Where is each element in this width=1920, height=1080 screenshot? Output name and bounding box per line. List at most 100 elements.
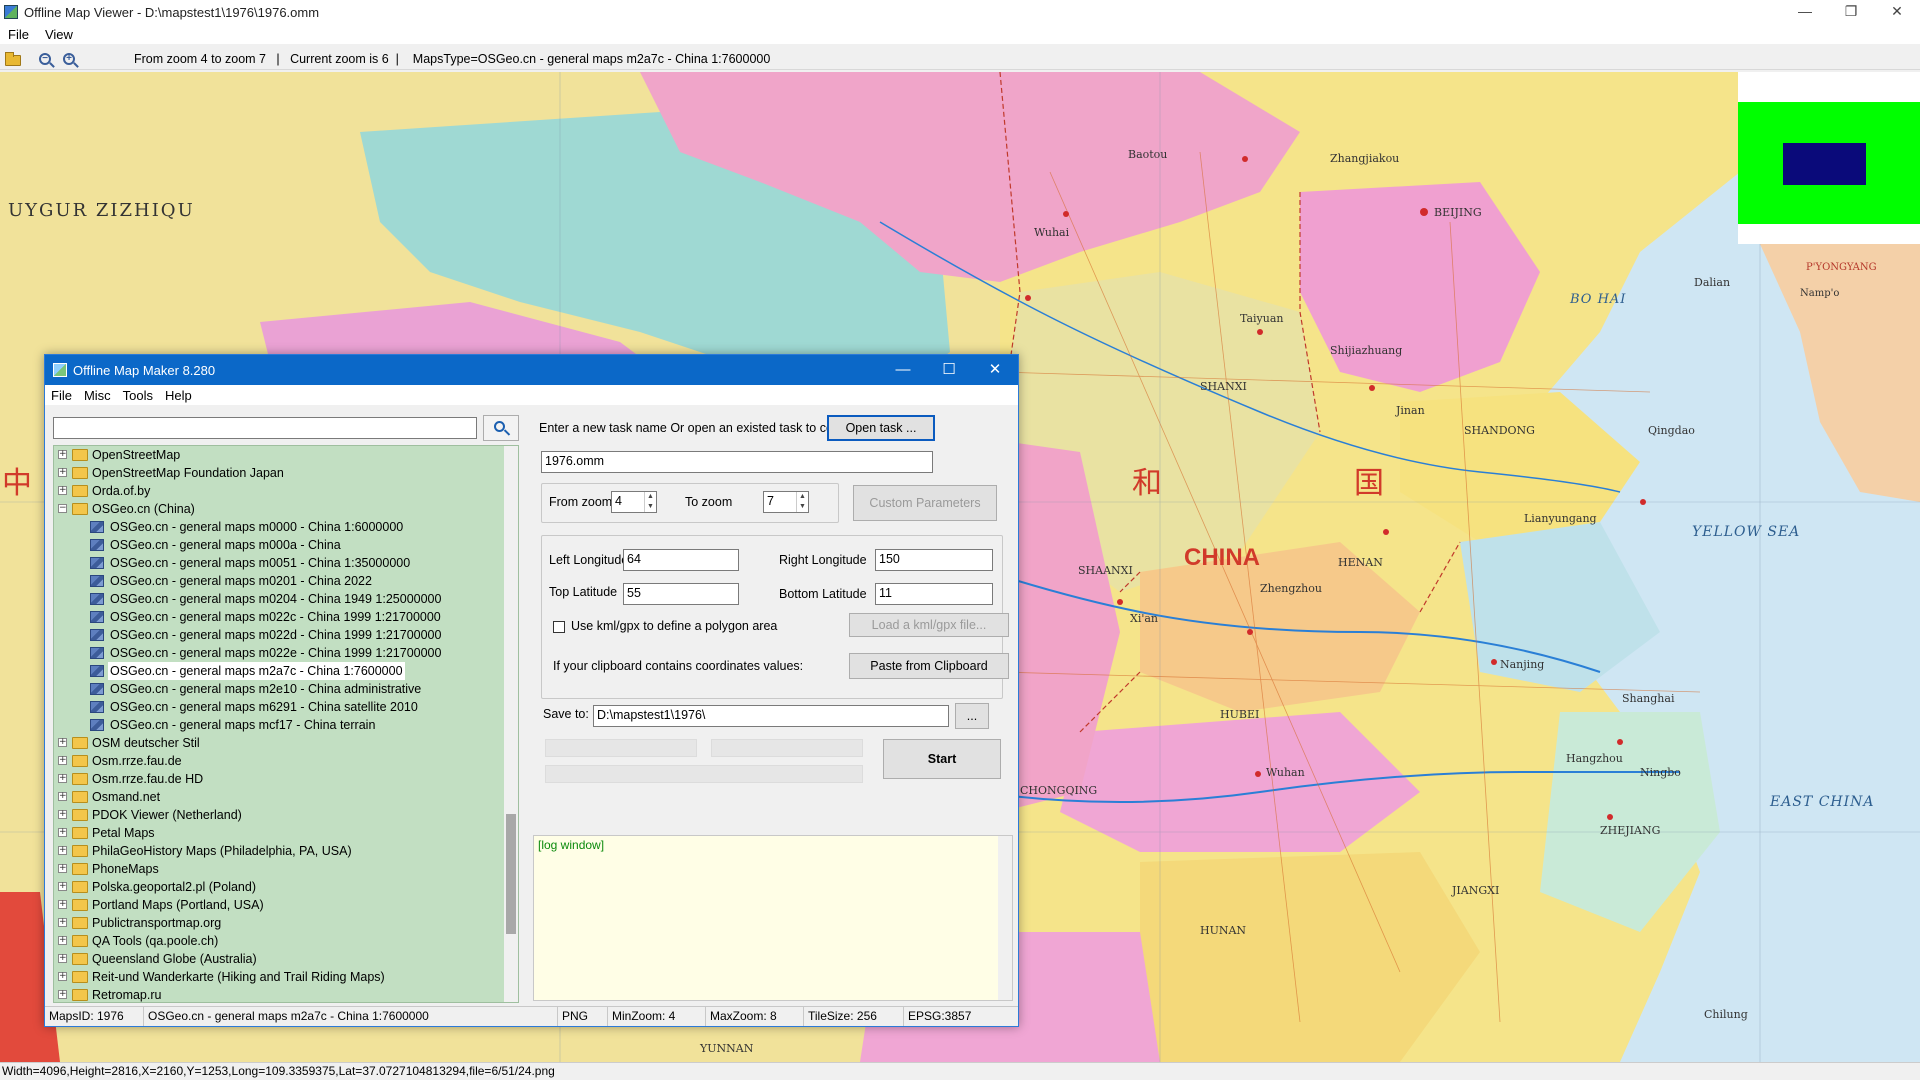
dialog-menu-file[interactable]: File bbox=[51, 388, 72, 403]
tree-folder-item[interactable]: + Orda.of.by bbox=[54, 482, 518, 500]
tree-folder-item[interactable]: + Osm.rrze.fau.de HD bbox=[54, 770, 518, 788]
expand-icon[interactable]: + bbox=[58, 468, 67, 477]
expand-icon[interactable]: + bbox=[58, 900, 67, 909]
map-source-tree[interactable]: + OpenStreetMap + OpenStreetMap Foundation … bbox=[53, 445, 519, 1003]
expand-icon[interactable]: + bbox=[58, 756, 67, 765]
dialog-maximize-button[interactable]: ☐ bbox=[926, 355, 972, 385]
expand-icon[interactable]: + bbox=[58, 846, 67, 855]
log-scrollbar[interactable] bbox=[998, 836, 1012, 1000]
folder-icon bbox=[72, 755, 88, 767]
tree-folder-item[interactable]: + PDOK Viewer (Netherland) bbox=[54, 806, 518, 824]
collapse-icon[interactable]: − bbox=[58, 504, 67, 513]
search-button[interactable] bbox=[483, 415, 519, 441]
expand-icon[interactable]: + bbox=[58, 774, 67, 783]
tree-map-item[interactable]: OSGeo.cn - general maps m0201 - China 20… bbox=[54, 572, 518, 590]
tree-folder-item[interactable]: − OSGeo.cn (China) bbox=[54, 500, 518, 518]
tree-map-item[interactable]: OSGeo.cn - general maps m022d - China 19… bbox=[54, 626, 518, 644]
search-input[interactable] bbox=[53, 417, 477, 439]
close-button[interactable]: ✕ bbox=[1874, 0, 1920, 24]
expand-icon[interactable]: + bbox=[58, 882, 67, 891]
tree-folder-item[interactable]: + Reit-und Wanderkarte (Hiking and Trail … bbox=[54, 968, 518, 986]
tree-folder-item[interactable]: + PhilaGeoHistory Maps (Philadelphia, PA,… bbox=[54, 842, 518, 860]
tree-folder-item[interactable]: + PhoneMaps bbox=[54, 860, 518, 878]
tree-folder-item[interactable]: + Petal Maps bbox=[54, 824, 518, 842]
tree-folder-item[interactable]: + OpenStreetMap Foundation Japan bbox=[54, 464, 518, 482]
menu-view[interactable]: View bbox=[45, 27, 73, 42]
tree-folder-item[interactable]: + Queensland Globe (Australia) bbox=[54, 950, 518, 968]
tree-folder-item[interactable]: + Osmand.net bbox=[54, 788, 518, 806]
save-path-input[interactable]: D:\mapstest1\1976\ bbox=[593, 705, 949, 727]
expand-icon[interactable]: + bbox=[58, 810, 67, 819]
tree-map-item[interactable]: OSGeo.cn - general maps m6291 - China sa… bbox=[54, 698, 518, 716]
to-zoom-spinner[interactable]: ▲ ▼ bbox=[796, 492, 808, 512]
tree-folder-item[interactable]: + Osm.rrze.fau.de bbox=[54, 752, 518, 770]
top-latitude-label: Top Latitude bbox=[549, 585, 618, 599]
zoom-in-button[interactable]: + bbox=[60, 50, 78, 68]
tree-map-item[interactable]: OSGeo.cn - general maps m0000 - China 1:… bbox=[54, 518, 518, 536]
left-longitude-input[interactable]: 64 bbox=[623, 549, 739, 571]
dialog-menu-misc[interactable]: Misc bbox=[84, 388, 111, 403]
custom-parameters-button[interactable]: Custom Parameters bbox=[853, 485, 997, 521]
expand-icon[interactable]: + bbox=[58, 486, 67, 495]
top-latitude-input[interactable]: 55 bbox=[623, 583, 739, 605]
tree-folder-item[interactable]: + Retromap.ru bbox=[54, 986, 518, 1002]
open-folder-button[interactable] bbox=[4, 50, 22, 68]
tree-folder-item[interactable]: + QA Tools (qa.poole.ch) bbox=[54, 932, 518, 950]
minimize-button[interactable]: — bbox=[1782, 0, 1828, 24]
tree-map-item[interactable]: OSGeo.cn - general maps m022e - China 19… bbox=[54, 644, 518, 662]
start-button[interactable]: Start bbox=[883, 739, 1001, 779]
use-kml-label: Use kml/gpx to define a polygon area bbox=[571, 619, 778, 633]
task-name-input[interactable]: 1976.omm bbox=[541, 451, 933, 473]
to-zoom-input[interactable]: 7 ▲ ▼ bbox=[763, 491, 809, 513]
tree-map-item[interactable]: OSGeo.cn - general maps m0204 - China 19… bbox=[54, 590, 518, 608]
log-window[interactable]: [log window] bbox=[533, 835, 1013, 1001]
tree-map-item[interactable]: OSGeo.cn - general maps m0051 - China 1:… bbox=[54, 554, 518, 572]
expand-icon[interactable]: + bbox=[58, 954, 67, 963]
zoom-out-button[interactable]: − bbox=[36, 50, 54, 68]
map-layer-icon bbox=[90, 647, 104, 659]
open-task-button[interactable]: Open task ... bbox=[827, 415, 935, 441]
tree-map-item[interactable]: OSGeo.cn - general maps m022c - China 19… bbox=[54, 608, 518, 626]
dialog-minimize-button[interactable]: — bbox=[880, 355, 926, 385]
expand-icon[interactable]: + bbox=[58, 918, 67, 927]
browse-save-path-button[interactable]: ... bbox=[955, 703, 989, 729]
tree-scrollbar[interactable] bbox=[504, 446, 518, 1002]
restore-button[interactable]: ❐ bbox=[1828, 0, 1874, 24]
expand-icon[interactable]: + bbox=[58, 864, 67, 873]
tree-folder-item[interactable]: + OSM deutscher Stil bbox=[54, 734, 518, 752]
right-longitude-input[interactable]: 150 bbox=[875, 549, 993, 571]
expand-icon[interactable]: + bbox=[58, 936, 67, 945]
tree-map-item[interactable]: OSGeo.cn - general maps mcf17 - China te… bbox=[54, 716, 518, 734]
tree-scrollbar-thumb[interactable] bbox=[506, 814, 516, 934]
map-label-chilung: Chilung bbox=[1704, 1008, 1748, 1021]
from-zoom-spinner[interactable]: ▲ ▼ bbox=[644, 492, 656, 512]
use-kml-checkbox[interactable] bbox=[553, 621, 565, 633]
minimap[interactable] bbox=[1738, 102, 1920, 224]
expand-icon[interactable]: + bbox=[58, 738, 67, 747]
load-kml-button[interactable]: Load a kml/gpx file... bbox=[849, 613, 1009, 637]
tree-map-item[interactable]: OSGeo.cn - general maps m2a7c - China 1:… bbox=[54, 662, 518, 680]
menu-file[interactable]: File bbox=[8, 27, 29, 42]
tree-folder-item[interactable]: + Publictransportmap.org bbox=[54, 914, 518, 932]
status-maps-name: OSGeo.cn - general maps m2a7c - China 1:… bbox=[143, 1007, 429, 1026]
expand-icon[interactable]: + bbox=[58, 450, 67, 459]
expand-icon[interactable]: + bbox=[58, 990, 67, 999]
map-layer-icon bbox=[90, 539, 104, 551]
clipboard-label: If your clipboard contains coordinates v… bbox=[553, 659, 804, 673]
tree-folder-item[interactable]: + Polska.geoportal2.pl (Poland) bbox=[54, 878, 518, 896]
minimap-viewport[interactable] bbox=[1783, 143, 1866, 185]
tree-map-item[interactable]: OSGeo.cn - general maps m2e10 - China ad… bbox=[54, 680, 518, 698]
paste-from-clipboard-button[interactable]: Paste from Clipboard bbox=[849, 653, 1009, 679]
dialog-titlebar: Offline Map Maker 8.280 — ☐ ✕ bbox=[45, 355, 1018, 385]
expand-icon[interactable]: + bbox=[58, 972, 67, 981]
dialog-menu-help[interactable]: Help bbox=[165, 388, 192, 403]
tree-map-item[interactable]: OSGeo.cn - general maps m000a - China bbox=[54, 536, 518, 554]
expand-icon[interactable]: + bbox=[58, 792, 67, 801]
bottom-latitude-input[interactable]: 11 bbox=[875, 583, 993, 605]
dialog-close-button[interactable]: ✕ bbox=[972, 355, 1018, 385]
tree-folder-item[interactable]: + OpenStreetMap bbox=[54, 446, 518, 464]
tree-folder-item[interactable]: + Portland Maps (Portland, USA) bbox=[54, 896, 518, 914]
from-zoom-input[interactable]: 4 ▲ ▼ bbox=[611, 491, 657, 513]
dialog-menu-tools[interactable]: Tools bbox=[123, 388, 153, 403]
expand-icon[interactable]: + bbox=[58, 828, 67, 837]
